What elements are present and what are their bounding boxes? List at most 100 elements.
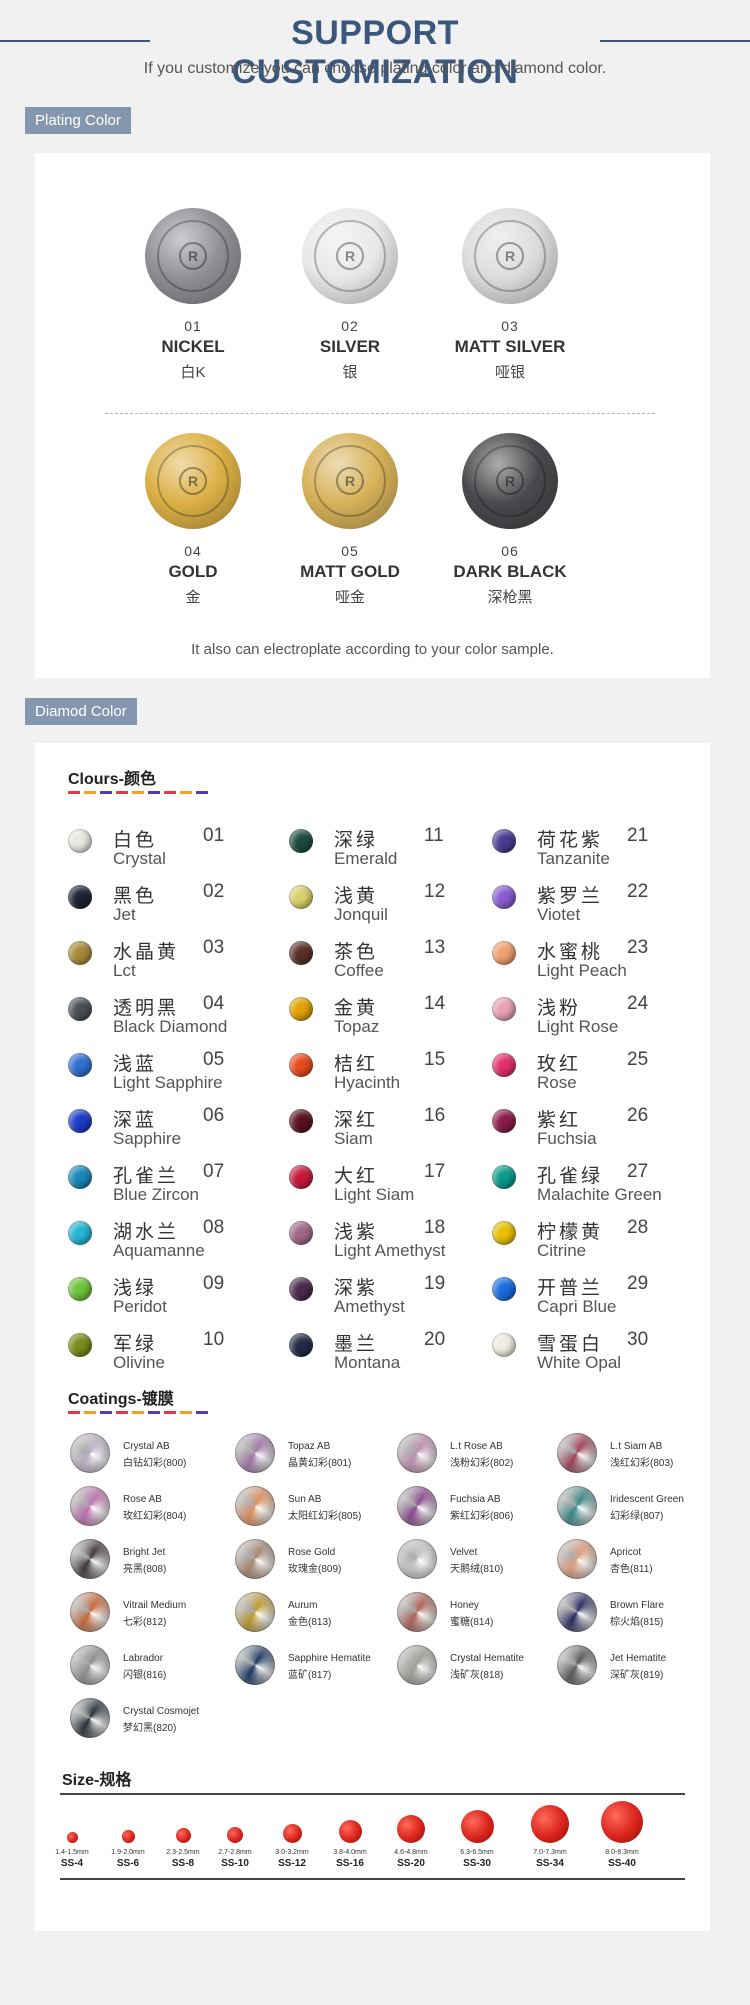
size-item: 2.7-2.8mm SS-10 [205, 1827, 265, 1869]
colour-item: 水蜜桃 23 Light Peach [492, 937, 692, 987]
colour-name-cn: 深紫 [334, 1278, 379, 1299]
colour-item: 开普兰 29 Capri Blue [492, 1273, 692, 1323]
plating-number: 01 [184, 318, 202, 334]
coating-name-cn: 棕火焰(815) [610, 1617, 664, 1628]
coating-name-cn: 玫瑰金(809) [288, 1564, 342, 1575]
coating-name-en: Topaz AB [288, 1441, 331, 1452]
colour-swatch [492, 1165, 516, 1189]
size-title: Size-规格 [62, 1772, 132, 1789]
size-ss-label: SS-34 [536, 1858, 564, 1869]
colour-name-en: Lct [113, 961, 136, 980]
coating-name-cn: 白钻幻彩(800) [123, 1458, 187, 1469]
colour-item: 紫红 26 Fuchsia [492, 1105, 692, 1155]
plating-item: R 06 DARK BLACK 深枪黑 [420, 433, 600, 607]
coating-name-en: Crystal Cosmojet [123, 1706, 200, 1717]
coating-name-cn: 七彩(812) [123, 1617, 167, 1628]
coating-item: Crystal Hematite 浅矿灰(818) [397, 1645, 557, 1695]
size-mm-label: 2.7-2.8mm [218, 1849, 252, 1856]
colour-name-cn: 玫红 [537, 1054, 582, 1075]
colour-name-cn: 大红 [334, 1166, 379, 1187]
colour-name-cn: 黑色 [113, 886, 158, 907]
size-item: 3.0-3.2mm SS-12 [262, 1824, 322, 1869]
colour-item: 白色 01 Crystal [68, 825, 268, 875]
colour-item: 桔红 15 Hyacinth [289, 1049, 489, 1099]
colour-swatch [68, 1221, 92, 1245]
colour-name-cn: 茶色 [334, 942, 379, 963]
rhinestone-dot [397, 1815, 425, 1843]
colour-name-en: Light Peach [537, 961, 627, 980]
button-logo-icon: R [336, 242, 364, 270]
colour-item: 深紫 19 Amethyst [289, 1273, 489, 1323]
coating-item: Sun AB 太阳红幻彩(805) [235, 1486, 395, 1536]
colour-number: 08 [203, 1217, 225, 1238]
colour-item: 透明黑 04 Black Diamond [68, 993, 268, 1043]
colour-number: 11 [424, 825, 444, 846]
button-logo-icon: R [496, 467, 524, 495]
plating-name: GOLD [168, 562, 218, 581]
size-ss-label: SS-8 [171, 1858, 195, 1869]
size-ss-label: SS-40 [608, 1858, 636, 1869]
coating-swatch [397, 1592, 437, 1632]
size-mm-label: 2.3-2.5mm [166, 1849, 200, 1856]
plating-name: NICKEL [161, 337, 225, 356]
plating-number: 05 [341, 543, 359, 559]
colour-item: 荷花紫 21 Tanzanite [492, 825, 692, 875]
coating-swatch [70, 1539, 110, 1579]
colour-name-cn: 浅绿 [113, 1278, 158, 1299]
coating-swatch [235, 1486, 275, 1526]
coating-name-en: Honey [450, 1600, 479, 1611]
colour-name-cn: 水晶黄 [113, 942, 180, 963]
coating-item: Apricot 杏色(811) [557, 1539, 717, 1589]
colour-swatch [68, 997, 92, 1021]
coating-swatch [557, 1592, 597, 1632]
colour-swatch [492, 885, 516, 909]
coating-name-en: Labrador [123, 1653, 164, 1664]
coatings-title: Coatings-镀膜 [68, 1391, 174, 1408]
colour-name-en: Peridot [113, 1297, 167, 1316]
colour-name-en: Tanzanite [537, 849, 610, 868]
coating-swatch [397, 1433, 437, 1473]
colour-item: 紫罗兰 22 Viotet [492, 881, 692, 931]
plating-name-cn: 银 [342, 364, 358, 381]
plating-name-cn: 深枪黑 [487, 589, 533, 606]
colour-name-cn: 孔雀兰 [113, 1166, 180, 1187]
colour-item: 深蓝 06 Sapphire [68, 1105, 268, 1155]
rhinestone-dot [338, 1820, 362, 1843]
coating-swatch [70, 1698, 110, 1738]
colour-item: 金黄 14 Topaz [289, 993, 489, 1043]
plating-name: SILVER [319, 337, 381, 356]
colour-name-en: White Opal [537, 1353, 622, 1372]
colour-name-en: Sapphire [113, 1129, 182, 1148]
coating-name-cn: 玫红幻彩(804) [123, 1511, 187, 1522]
size-item: 3.8-4.0mm SS-16 [320, 1820, 380, 1869]
colour-number: 16 [424, 1105, 446, 1126]
diamond-color-tag: Diamod Color [25, 698, 137, 725]
plating-name-cn: 哑金 [334, 589, 365, 606]
colour-item: 浅粉 24 Light Rose [492, 993, 692, 1043]
button-sample: R [145, 433, 241, 529]
colour-name-cn: 紫红 [537, 1110, 582, 1131]
coating-item: Velvet 天鹅绒(810) [397, 1539, 557, 1589]
colour-swatch [68, 941, 92, 965]
coating-name-en: Brown Flare [610, 1600, 664, 1611]
coating-name-cn: 蓝矿(817) [288, 1670, 332, 1681]
colour-swatch [492, 1277, 516, 1301]
colour-number: 15 [424, 1049, 446, 1070]
colour-swatch [289, 1221, 313, 1245]
size-ss-label: SS-16 [336, 1858, 364, 1869]
colour-swatch [68, 1333, 92, 1357]
button-logo-icon: R [336, 467, 364, 495]
button-sample: R [462, 208, 558, 304]
colour-number: 09 [203, 1273, 225, 1294]
colour-item: 黑色 02 Jet [68, 881, 268, 931]
coating-name-cn: 梦幻黑(820) [123, 1723, 177, 1734]
colour-item: 孔雀兰 07 Blue Zircon [68, 1161, 268, 1211]
colour-name-cn: 金黄 [334, 998, 379, 1019]
colours-underline [68, 791, 208, 794]
colour-number: 04 [203, 993, 225, 1014]
colour-name-en: Topaz [334, 1017, 380, 1036]
coating-name-en: Vitrail Medium [123, 1600, 187, 1611]
colour-name-en: Blue Zircon [113, 1185, 199, 1204]
colour-name-en: Jonquil [334, 905, 388, 924]
button-sample: R [462, 433, 558, 529]
